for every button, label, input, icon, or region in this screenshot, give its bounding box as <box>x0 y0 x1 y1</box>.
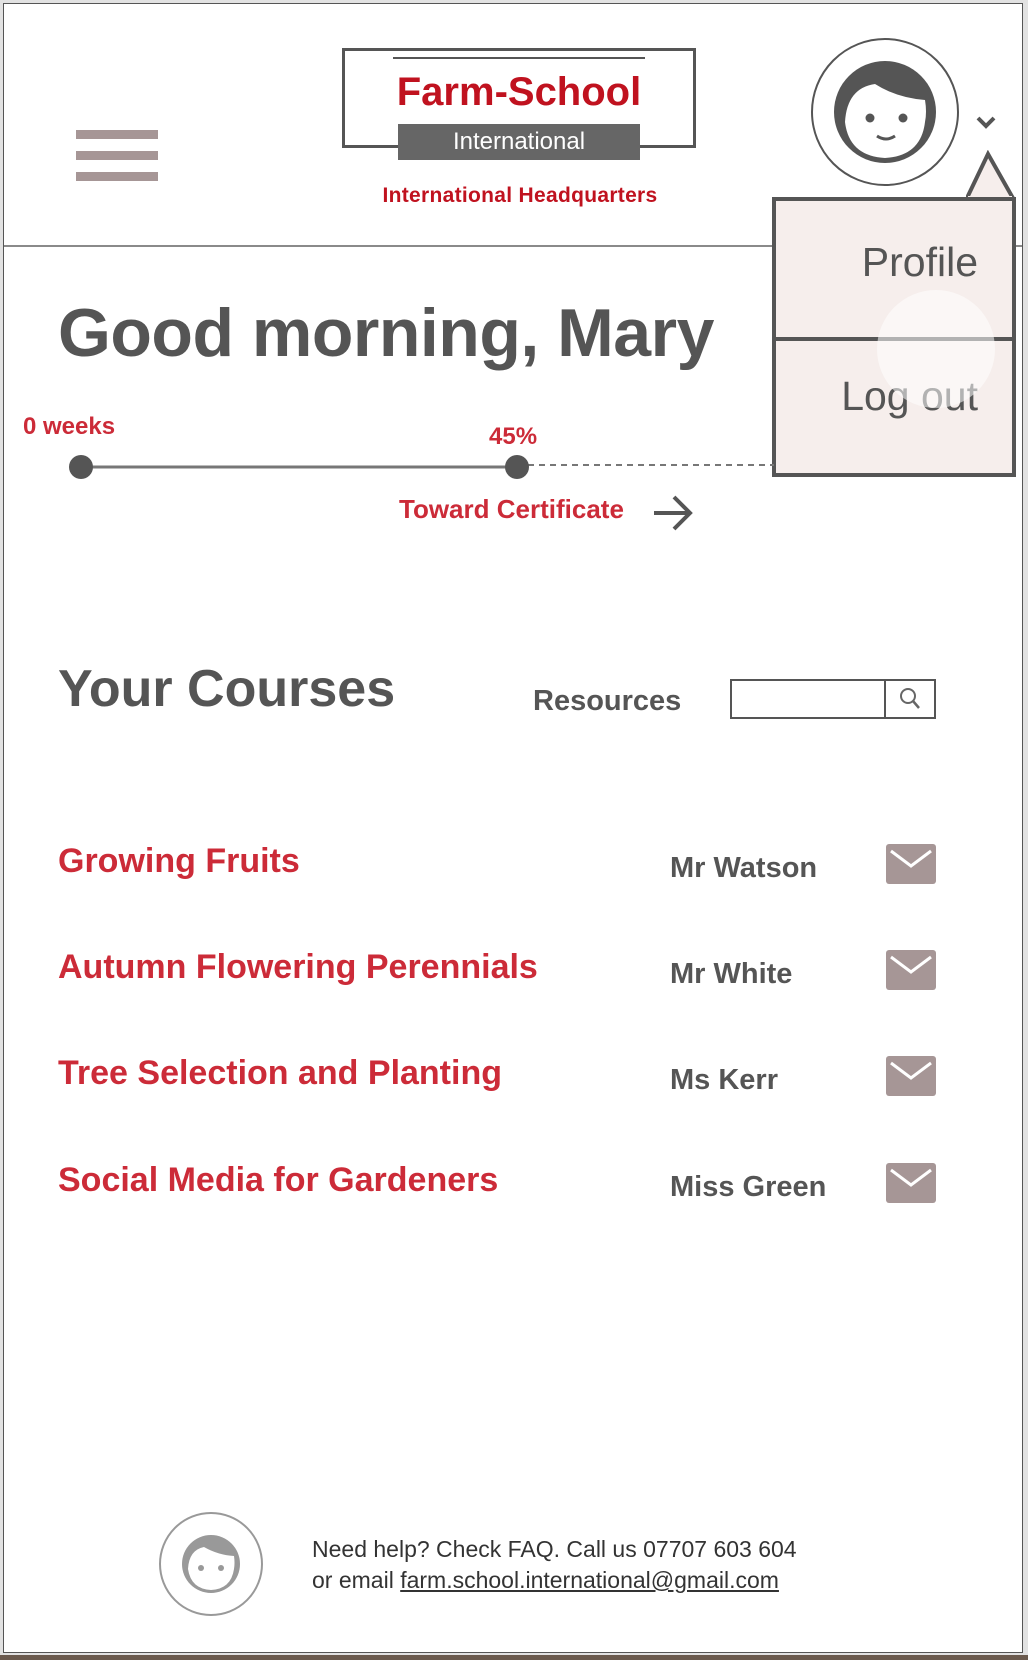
logo-subtitle: International Headquarters <box>382 184 658 207</box>
menu-item-logout[interactable]: Log out <box>776 373 1012 420</box>
search-button[interactable] <box>884 679 936 719</box>
course-link[interactable]: Growing Fruits <box>58 842 300 881</box>
course-link[interactable]: Tree Selection and Planting <box>58 1054 502 1093</box>
arrow-right-icon[interactable] <box>650 490 696 536</box>
help-email-link[interactable]: farm.school.international@gmail.com <box>400 1567 779 1593</box>
help-email-line: or email farm.school.international@gmail… <box>312 1567 779 1594</box>
user-face-icon <box>834 61 936 163</box>
search-icon <box>900 688 920 709</box>
menu-item-profile[interactable]: Profile <box>776 239 1012 286</box>
greeting: Good morning, Mary <box>58 295 714 371</box>
user-avatar[interactable] <box>811 38 959 186</box>
mail-icon[interactable] <box>886 950 936 990</box>
course-teacher: Miss Green <box>670 1171 827 1203</box>
course-teacher: Mr White <box>670 958 793 990</box>
mail-icon[interactable] <box>886 844 936 884</box>
course-teacher: Ms Kerr <box>670 1064 778 1096</box>
progress-track <box>69 455 774 479</box>
app-frame: Farm-School International International … <box>3 3 1023 1653</box>
courses-title: Your Courses <box>58 660 396 718</box>
help-avatar <box>159 1512 263 1616</box>
course-link[interactable]: Social Media for Gardeners <box>58 1161 498 1200</box>
mail-icon[interactable] <box>886 1056 936 1096</box>
resources-search-input[interactable] <box>730 679 886 719</box>
logo[interactable]: Farm-School International International … <box>342 48 698 208</box>
progress-target-label[interactable]: Toward Certificate <box>399 494 624 525</box>
course-link[interactable]: Autumn Flowering Perennials <box>58 948 538 987</box>
logo-tagline: International <box>398 124 640 160</box>
progress-start-dot <box>69 455 93 479</box>
hamburger-icon[interactable] <box>76 130 158 182</box>
chevron-down-icon[interactable] <box>974 110 998 134</box>
dropdown-pointer <box>966 150 1016 202</box>
course-teacher: Mr Watson <box>670 852 818 884</box>
help-text: Need help? Check FAQ. Call us 07707 603 … <box>312 1536 797 1562</box>
user-menu: Profile Log out <box>772 197 1016 477</box>
logo-name: Farm-School <box>396 70 642 114</box>
user-face-icon <box>182 1535 240 1593</box>
help-email-prefix: or email <box>312 1567 401 1593</box>
bottom-strip <box>0 1655 1028 1660</box>
mail-icon[interactable] <box>886 1163 936 1203</box>
progress-current-dot <box>505 455 529 479</box>
resources-label: Resources <box>533 685 682 717</box>
progress-start-label: 0 weeks <box>23 413 116 440</box>
menu-divider <box>776 337 1012 341</box>
